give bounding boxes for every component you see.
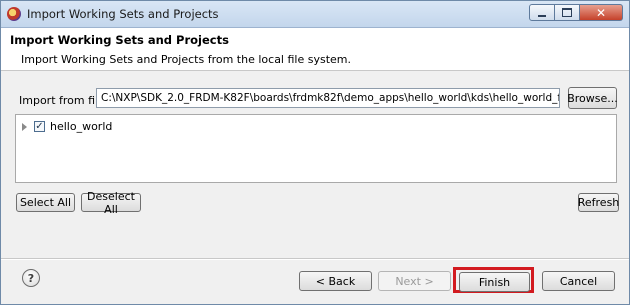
tree-item-hello-world[interactable]: ✓ hello_world [22,120,112,133]
expand-arrow-icon[interactable] [22,122,27,131]
question-mark-icon: ? [27,271,35,285]
minimize-button[interactable] [529,4,555,21]
minimize-icon [538,14,546,17]
wizard-header: Import Working Sets and Projects Import … [1,28,629,71]
page-description: Import Working Sets and Projects from th… [21,53,351,66]
maximize-button[interactable] [555,4,580,21]
maximize-icon [562,8,572,17]
close-button[interactable]: ✕ [580,4,623,21]
window-controls: ✕ [529,4,623,21]
browse-button[interactable]: Browse... [567,87,618,109]
import-file-path-input[interactable]: C:\NXP\SDK_2.0_FRDM-K82F\boards\frdmk82f… [96,88,560,108]
help-icon[interactable]: ? [22,269,40,287]
back-button[interactable]: < Back [299,271,372,291]
close-icon: ✕ [595,5,607,20]
footer-divider [1,258,629,260]
deselect-all-button[interactable]: Deselect All [81,190,141,216]
cancel-button[interactable]: Cancel [542,271,615,291]
eclipse-app-icon [7,7,21,21]
finish-button[interactable]: Finish [459,272,530,292]
window-title: Import Working Sets and Projects [27,7,219,21]
page-title: Import Working Sets and Projects [10,33,229,47]
hello-world-checkbox[interactable]: ✓ [34,121,45,132]
import-dialog: Import Working Sets and Projects ✕ Impor… [0,0,630,305]
title-bar[interactable]: Import Working Sets and Projects ✕ [1,1,629,28]
next-button[interactable]: Next > [378,271,451,291]
tree-item-label: hello_world [50,120,113,133]
refresh-button[interactable]: Refresh [578,193,619,212]
working-sets-tree[interactable]: ✓ hello_world [15,114,617,183]
finish-highlight-box: Finish [453,267,534,293]
checkmark-icon: ✓ [35,120,44,132]
select-all-button[interactable]: Select All [16,193,75,212]
